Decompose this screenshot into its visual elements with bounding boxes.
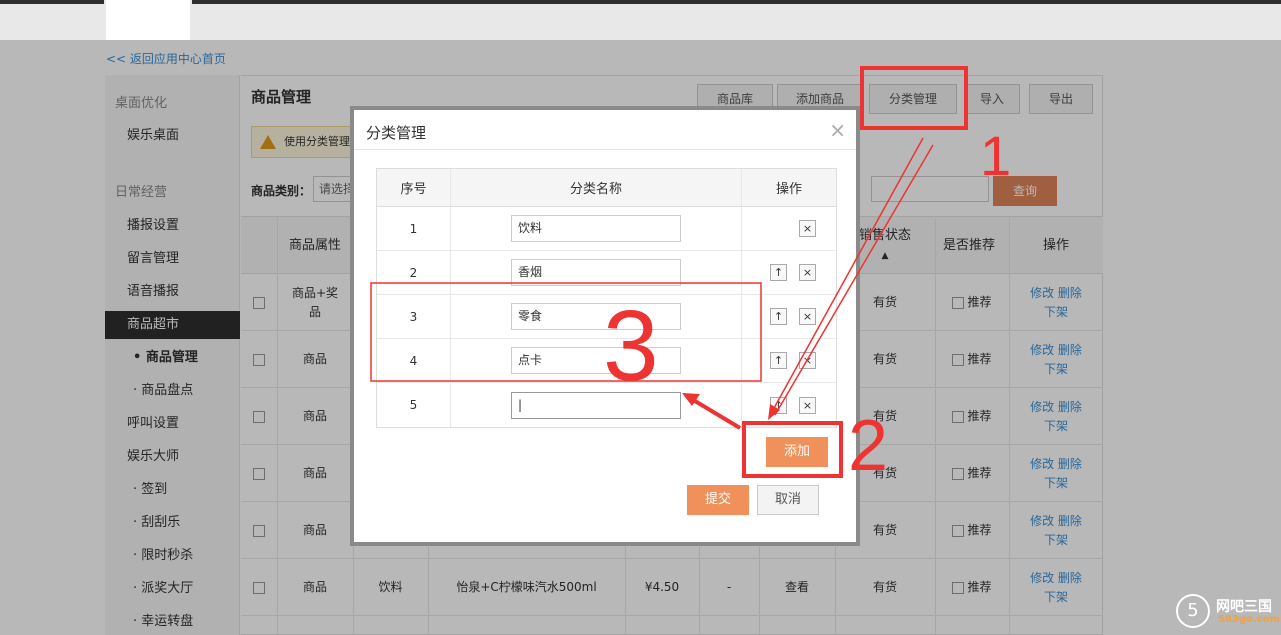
category-row: 3 零食 ↑ × — [377, 295, 836, 339]
category-index: 5 — [377, 383, 451, 427]
category-row: 4 点卡 ↑ × — [377, 339, 836, 383]
top-bar-accent — [0, 0, 104, 4]
category-name-input[interactable]: 零食 — [511, 303, 681, 330]
category-modal: 分类管理 × 序号 分类名称 操作 1 饮料 × 2 香烟 ↑ × 3 零食 ↑ × 4 点卡 ↑ × 5 | ↑… — [350, 106, 860, 546]
category-row: 5 | ↑ × — [377, 383, 836, 427]
category-index: 4 — [377, 339, 451, 382]
move-up-icon[interactable]: ↑ — [770, 352, 787, 369]
category-row: 2 香烟 ↑ × — [377, 251, 836, 295]
category-index: 3 — [377, 295, 451, 338]
category-ops: × — [742, 207, 836, 250]
top-tab[interactable] — [106, 0, 190, 40]
top-bar — [0, 0, 1281, 40]
watermark-title: 网吧三国 — [1216, 599, 1272, 615]
category-name-input[interactable]: 点卡 — [511, 347, 681, 374]
modal-title: 分类管理 — [366, 124, 427, 142]
watermark-logo: 5 网吧三国 583go.com — [1176, 592, 1280, 630]
category-name-cell: 零食 — [451, 295, 742, 338]
category-row: 1 饮料 × — [377, 207, 836, 251]
category-ops: ↑ × — [742, 295, 836, 338]
category-ops: ↑ × — [742, 251, 836, 294]
delete-icon[interactable]: × — [799, 308, 816, 325]
category-name-cell: 饮料 — [451, 207, 742, 250]
header-name: 分类名称 — [451, 169, 742, 206]
header-index: 序号 — [377, 169, 451, 206]
category-name-cell: 点卡 — [451, 339, 742, 382]
close-icon[interactable]: × — [829, 118, 846, 142]
watermark-url: 583go.com — [1218, 614, 1280, 625]
move-up-icon[interactable]: ↑ — [770, 396, 787, 414]
delete-icon[interactable]: × — [799, 396, 816, 414]
category-ops: ↑ × — [742, 383, 836, 427]
category-name-input[interactable]: | — [511, 391, 681, 419]
add-category-button[interactable]: 添加 — [766, 437, 828, 467]
category-index: 2 — [377, 251, 451, 294]
category-name-input[interactable]: 饮料 — [511, 215, 681, 242]
delete-icon[interactable]: × — [799, 352, 816, 369]
category-name-input[interactable]: 香烟 — [511, 259, 681, 286]
delete-icon[interactable]: × — [799, 264, 816, 281]
logo-icon: 5 — [1176, 594, 1210, 628]
category-table-header: 序号 分类名称 操作 — [377, 169, 836, 207]
category-ops: ↑ × — [742, 339, 836, 382]
move-up-icon[interactable]: ↑ — [770, 264, 787, 281]
top-bar-accent — [192, 0, 1281, 4]
move-up-icon[interactable]: ↑ — [770, 308, 787, 325]
category-name-cell: | — [451, 383, 742, 427]
category-table: 序号 分类名称 操作 1 饮料 × 2 香烟 ↑ × 3 零食 ↑ × 4 点卡 ↑ × 5 | ↑ × — [376, 168, 837, 428]
modal-header: 分类管理 × — [354, 110, 856, 150]
category-index: 1 — [377, 207, 451, 250]
submit-button[interactable]: 提交 — [687, 485, 749, 515]
header-op: 操作 — [775, 182, 802, 197]
category-name-cell: 香烟 — [451, 251, 742, 294]
cancel-button[interactable]: 取消 — [757, 485, 819, 515]
delete-icon[interactable]: × — [799, 220, 816, 237]
